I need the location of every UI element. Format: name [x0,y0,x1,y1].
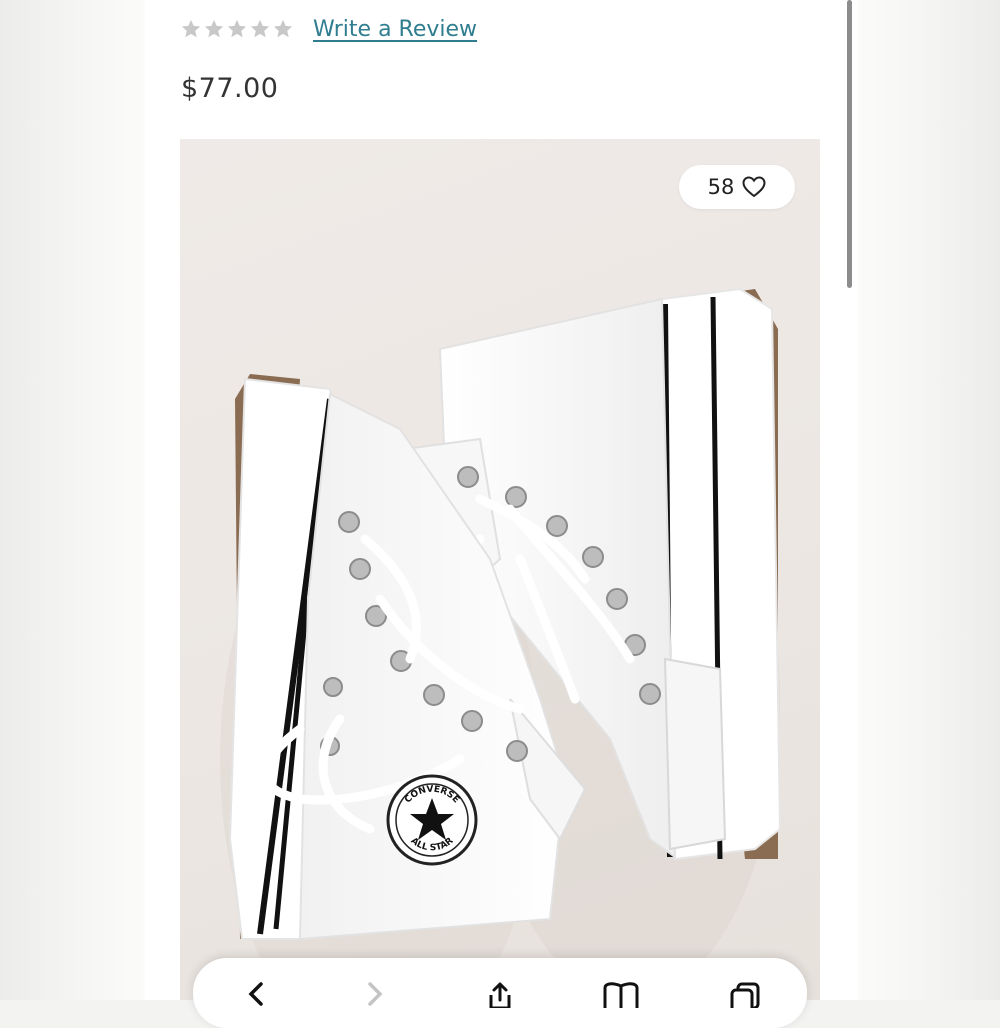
share-icon[interactable] [480,978,520,1008]
star-rating [180,18,294,40]
browser-toolbar [193,958,807,1028]
left-backdrop [0,0,145,1000]
right-backdrop [858,0,1000,1000]
rating-star-icon [250,19,270,38]
rating-star-icon [181,19,201,38]
sneakers-photo: CONVERSE ALL STAR [220,287,782,1000]
rating-star-icon [227,19,247,38]
bookmarks-icon[interactable] [601,978,641,1008]
product-price: $77.00 [181,73,279,104]
heart-outline-icon [742,176,766,198]
forward-chevron-icon[interactable] [358,978,398,1008]
like-button[interactable]: 58 [679,165,795,209]
product-image[interactable]: CONVERSE ALL STAR 58 [180,139,820,1000]
rating-star-icon [273,19,293,38]
all-star-patch-icon: CONVERSE ALL STAR [386,774,478,866]
like-count: 58 [707,175,735,199]
tabs-icon[interactable] [725,978,765,1008]
write-review-link[interactable]: Write a Review [313,17,477,42]
scrollbar[interactable] [847,0,852,288]
back-chevron-icon[interactable] [233,978,273,1008]
rating-star-icon [204,19,224,38]
